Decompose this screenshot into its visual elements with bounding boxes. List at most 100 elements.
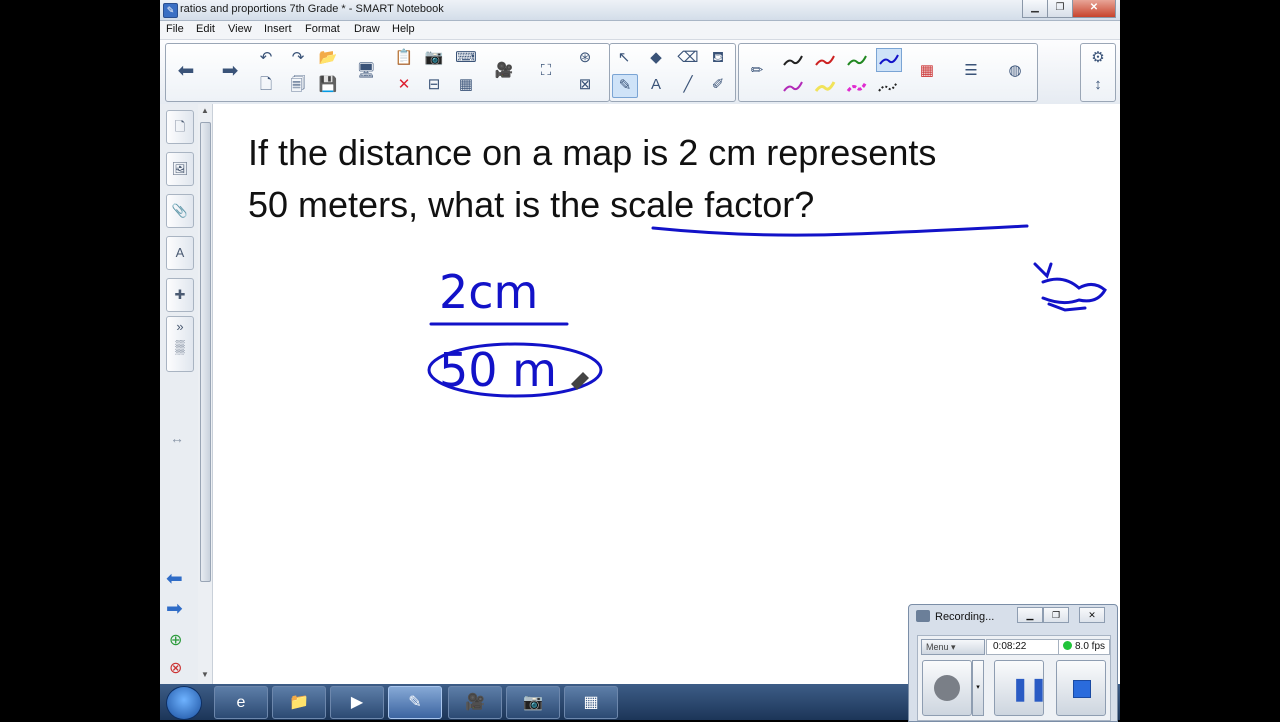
screen-icon[interactable]: ⊟ (422, 74, 446, 96)
fps-value: 8.0 fps (1075, 641, 1106, 652)
arrow-right-icon[interactable]: ➡ (218, 60, 242, 82)
addons-icon[interactable]: ✚ (166, 278, 194, 312)
pause-button[interactable]: ❚❚ (994, 660, 1048, 716)
pen-green[interactable] (845, 50, 869, 72)
recorder-menu-dropdown[interactable]: Menu ▾ (921, 639, 985, 655)
add-page-side-icon[interactable]: ⊕ (169, 630, 182, 650)
recorder-task-icon[interactable]: 🎥 (448, 686, 502, 719)
menu-edit[interactable]: Edit (196, 23, 215, 35)
menu-insert[interactable]: Insert (264, 23, 292, 35)
delete-page-icon[interactable]: 🗐 (286, 74, 310, 96)
media-player-icon[interactable]: ▶ (330, 686, 384, 719)
recorder-maximize-button[interactable]: ❐ (1043, 607, 1069, 623)
pen-black[interactable] (781, 50, 805, 72)
notebook-page[interactable]: If the distance on a map is 2 cm represe… (213, 104, 1120, 686)
color-palette-icon[interactable]: ▦ (915, 60, 939, 82)
menu-help[interactable]: Help (392, 23, 415, 35)
pointer-icon[interactable]: ↖ (612, 47, 636, 69)
table-icon[interactable]: ▦ (454, 74, 478, 96)
excel-task-icon[interactable]: ▦ (564, 686, 618, 719)
stop-icon (1073, 680, 1091, 698)
close-button[interactable]: ✕ (1072, 0, 1116, 18)
magic-pen-icon[interactable]: ✐ (706, 74, 730, 96)
redo-icon[interactable]: ↷ (286, 47, 310, 69)
properties-icon[interactable]: A (166, 236, 194, 270)
document-camera-icon[interactable]: 🎥 (492, 60, 516, 82)
pause-icon: ❚❚ (1011, 676, 1048, 701)
highlighter-yellow[interactable] (813, 76, 837, 98)
eraser-icon[interactable]: ⌫ (676, 47, 700, 69)
notebook-task-icon[interactable]: ✎ (388, 686, 442, 719)
transparency-icon[interactable]: ◍ (1003, 60, 1027, 82)
fill-icon[interactable]: ⛾ (706, 47, 730, 69)
explorer-icon[interactable]: 📁 (272, 686, 326, 719)
line-style-icon[interactable]: ☰ (959, 60, 983, 82)
scroll-up-icon[interactable]: ▲ (201, 106, 209, 115)
move-toolbar-icon[interactable]: ↕ (1086, 74, 1110, 96)
minimize-button[interactable]: ▁ (1022, 0, 1048, 18)
attachments-icon[interactable]: 📎 (166, 194, 194, 228)
menu-format[interactable]: Format (305, 23, 340, 35)
scroll-down-icon[interactable]: ▼ (201, 670, 209, 679)
menu-view[interactable]: View (228, 23, 252, 35)
undo-icon[interactable]: ↶ (254, 47, 278, 69)
toolbar: ⬅ ➡ ↶ ↷ 📂 🗋 🗐 💾 🖥 📋 📷 ⌨ ✕ ⊟ ▦ 🎥 ⛶ ⊛ ⊠ ↖ … (160, 40, 1120, 105)
menu-file[interactable]: File (166, 23, 184, 35)
save-icon[interactable]: 💾 (316, 74, 340, 96)
ie-icon[interactable]: e (214, 686, 268, 719)
open-folder-icon[interactable]: 📂 (316, 47, 340, 69)
start-button[interactable] (166, 686, 202, 720)
capture-icon[interactable]: 📷 (422, 47, 446, 69)
previous-page-icon[interactable]: ⬅ (166, 566, 183, 591)
recorder-icon (916, 610, 930, 622)
toolbar-group-pens: ✏ ▦ ☰ ◍ (738, 43, 1038, 102)
stop-button[interactable] (1056, 660, 1106, 716)
recorder-close-button[interactable]: ✕ (1079, 607, 1105, 623)
pen-icon[interactable]: ✎ (612, 74, 638, 98)
shapes-icon[interactable]: ◆ (644, 47, 668, 69)
keyboard-icon[interactable]: ⌨ (454, 47, 478, 69)
delete-icon[interactable]: ✕ (392, 74, 416, 96)
text-icon[interactable]: A (644, 74, 668, 96)
recorder-minimize-button[interactable]: ▁ (1017, 607, 1043, 623)
fps-indicator: 8.0 fps (1058, 639, 1110, 655)
title-bar: ✎ ratios and proportions 7th Grade * - S… (160, 0, 1120, 21)
next-page-icon[interactable]: ➡ (166, 596, 183, 621)
add-page-icon[interactable]: 🗋 (254, 74, 278, 96)
record-options-dropdown[interactable]: ▾ (972, 660, 984, 716)
recorder-title: Recording... (935, 611, 995, 623)
menu-draw[interactable]: Draw (354, 23, 380, 35)
pencil-icon[interactable]: ✏ (745, 60, 769, 82)
line-icon[interactable]: ╱ (676, 74, 700, 96)
gallery-icon[interactable]: 🖼 (166, 152, 194, 186)
network-icon[interactable]: ⊛ (573, 47, 597, 69)
screen-shade-icon[interactable]: 🖥 (354, 60, 378, 82)
window-title: ratios and proportions 7th Grade * - SMA… (180, 3, 444, 15)
resize-handle-icon[interactable]: ↔ (170, 430, 184, 446)
delete-page-side-icon[interactable]: ⊗ (169, 658, 182, 678)
camera-task-icon[interactable]: 📷 (506, 686, 560, 719)
paste-icon[interactable]: 📋 (392, 47, 416, 69)
ink-scribble (1033, 262, 1107, 312)
elapsed-time: 0:08:22 (986, 639, 1062, 655)
pen-blue-selected[interactable] (876, 48, 902, 72)
status-dot-icon (1063, 641, 1072, 650)
recorder-menu-label: Menu (926, 642, 949, 652)
vertical-scrollbar[interactable]: ▲ ▼ (198, 104, 213, 686)
arrow-left-icon[interactable]: ⬅ (174, 60, 198, 82)
gear-icon[interactable]: ⚙ (1086, 47, 1110, 69)
pen-purple[interactable] (781, 76, 805, 98)
highlighter-pink[interactable] (845, 76, 869, 98)
fraction-numerator: 2cm (439, 265, 538, 319)
pen-dotted[interactable] (876, 76, 900, 98)
record-button[interactable] (922, 660, 972, 716)
full-screen-icon[interactable]: ⛶ (534, 60, 558, 82)
notebook-app-icon: ✎ (163, 3, 178, 18)
page-sorter-icon[interactable]: 🗋 (166, 110, 194, 144)
collapse-tabs-icon[interactable]: » ▒ (166, 316, 194, 372)
scroll-thumb[interactable] (200, 122, 211, 582)
pen-red[interactable] (813, 50, 837, 72)
toolbar-group-tools: ↖ ◆ ⌫ ⛾ ✎ A ╱ ✐ (609, 43, 736, 102)
maximize-button[interactable]: ❐ (1047, 0, 1073, 18)
close-toolbar-icon[interactable]: ⊠ (573, 74, 597, 96)
